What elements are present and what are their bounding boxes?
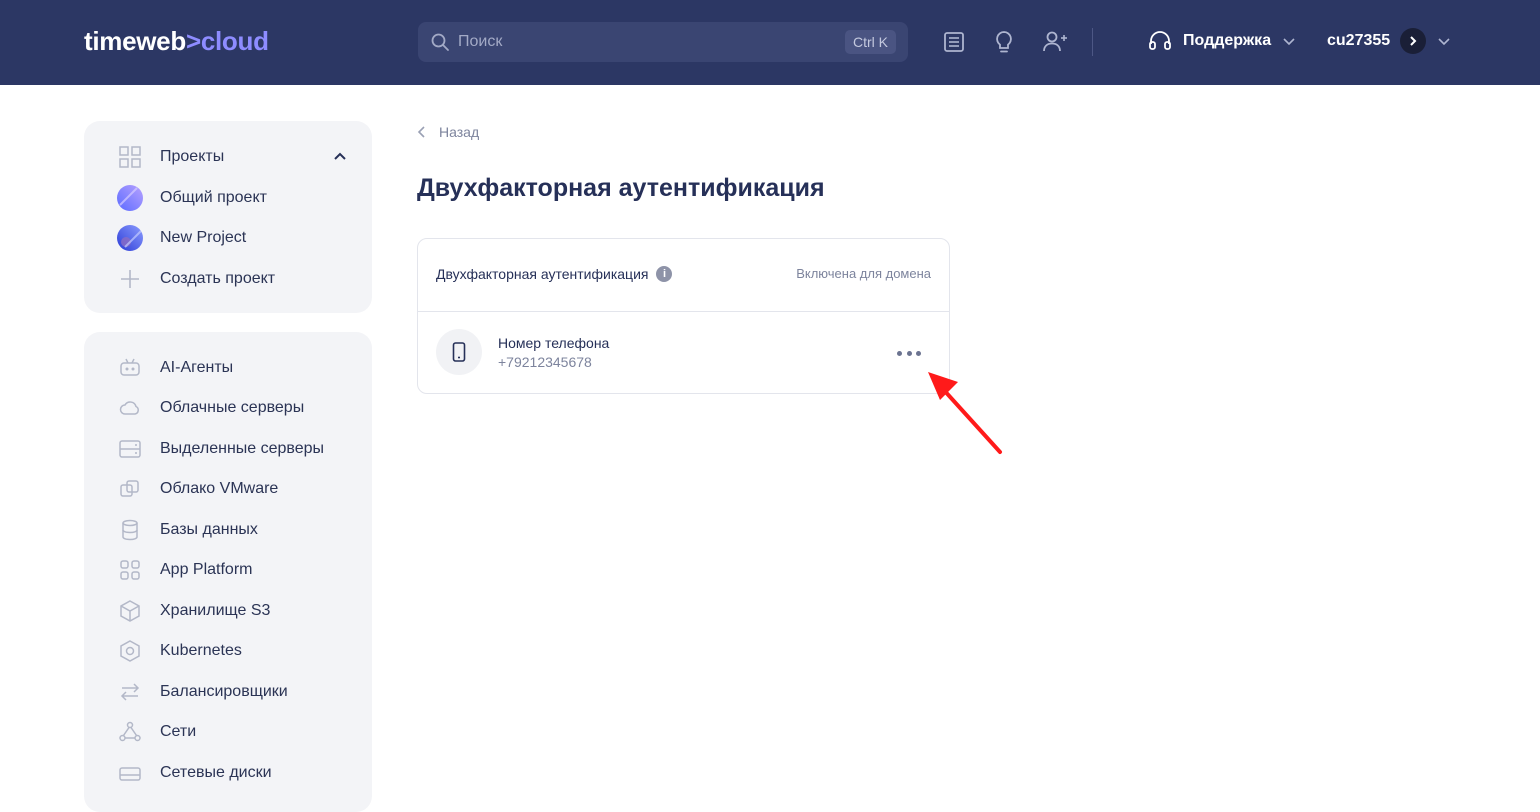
nav-item-kubernetes[interactable]: Kubernetes — [116, 637, 242, 665]
apps-grid-icon — [116, 556, 144, 584]
nav-item-balancers[interactable]: Балансировщики — [116, 678, 288, 706]
phone-icon — [436, 329, 482, 375]
panel-title: Двухфакторная аутентификация i — [436, 266, 673, 282]
nav-card: AI-Агенты Облачные серверы Выделенные се… — [84, 332, 372, 812]
nav-item-label: Kubernetes — [160, 642, 242, 659]
project-avatar-icon — [116, 184, 144, 212]
lightbulb-icon[interactable] — [990, 28, 1018, 56]
nav-item-label: Хранилище S3 — [160, 602, 271, 619]
add-user-icon[interactable] — [1040, 28, 1068, 56]
create-project-label: Создать проект — [160, 270, 276, 287]
projects-card: Проекты Общий проект New Project Создать… — [84, 121, 372, 313]
support-label: Поддержка — [1183, 32, 1272, 49]
dot — [916, 350, 921, 356]
nav-item-network-disks[interactable]: Сетевые диски — [116, 759, 272, 787]
logo[interactable]: timeweb>cloud — [84, 26, 269, 57]
nav-item-cloud-servers[interactable]: Облачные серверы — [116, 394, 304, 422]
logo-text: timeweb — [84, 26, 186, 56]
nav-item-label: AI-Агенты — [160, 359, 234, 376]
robot-icon — [116, 354, 144, 382]
project-item[interactable]: New Project — [116, 224, 246, 252]
vmware-icon — [116, 475, 144, 503]
logo-accent-text: cloud — [200, 26, 269, 56]
info-icon[interactable]: i — [656, 266, 673, 282]
nav-item-dedicated-servers[interactable]: Выделенные серверы — [116, 435, 324, 463]
network-icon — [116, 718, 144, 746]
arrows-swap-icon — [116, 678, 144, 706]
two-factor-panel: Двухфакторная аутентификация i Включена … — [417, 238, 950, 394]
username: cu27355 — [1327, 32, 1391, 49]
status-text: Включена для домена — [796, 266, 931, 281]
nav-item-label: Базы данных — [160, 521, 258, 538]
project-avatar-icon — [116, 224, 144, 252]
search-input[interactable]: Поиск Ctrl K — [418, 22, 908, 62]
nav-item-label: Выделенные серверы — [160, 440, 325, 457]
project-label: Общий проект — [160, 189, 267, 206]
database-icon — [116, 516, 144, 544]
panel-header: Двухфакторная аутентификация i Включена … — [418, 239, 949, 312]
create-project-button[interactable]: Создать проект — [116, 265, 275, 293]
chevron-down-icon — [1283, 38, 1295, 46]
cloud-icon — [116, 394, 144, 422]
nav-item-label: Облачные серверы — [160, 399, 305, 416]
chevron-down-icon — [1438, 38, 1450, 46]
nav-item-label: App Platform — [160, 561, 253, 578]
headset-icon — [1149, 31, 1171, 50]
chevron-up-icon[interactable] — [332, 149, 348, 165]
phone-text: Номер телефона +79212345678 — [498, 335, 609, 370]
dot — [906, 350, 912, 356]
back-link[interactable]: Назад — [417, 124, 479, 140]
nav-item-label: Балансировщики — [160, 683, 288, 700]
search-shortcut-badge: Ctrl K — [845, 30, 896, 54]
plus-icon — [116, 265, 144, 293]
more-options-button[interactable] — [897, 349, 921, 357]
nav-item-ai-agents[interactable]: AI-Агенты — [116, 354, 233, 382]
nav-item-vmware[interactable]: Облако VMware — [116, 475, 278, 503]
annotation-arrow-icon — [928, 372, 1002, 454]
nav-item-label: Сети — [160, 723, 197, 740]
nav-item-label: Сетевые диски — [160, 764, 272, 781]
server-icon — [116, 435, 144, 463]
search-placeholder: Поиск — [458, 33, 503, 50]
chevron-left-icon — [417, 126, 425, 138]
news-icon[interactable] — [940, 28, 968, 56]
nav-item-networks[interactable]: Сети — [116, 718, 196, 746]
chevron-right-icon — [1400, 28, 1427, 54]
project-label: New Project — [160, 229, 247, 246]
phone-number: +79212345678 — [498, 353, 592, 370]
projects-title: Проекты — [160, 148, 225, 165]
back-label: Назад — [439, 124, 480, 140]
disk-icon — [116, 759, 144, 787]
header-divider — [1092, 28, 1093, 56]
projects-header[interactable]: Проекты — [116, 143, 348, 171]
support-menu[interactable]: Поддержка — [1147, 28, 1297, 54]
nav-item-databases[interactable]: Базы данных — [116, 516, 258, 544]
nav-item-s3[interactable]: Хранилище S3 — [116, 597, 270, 625]
panel-title-text: Двухфакторная аутентификация — [436, 266, 649, 282]
logo-separator: > — [185, 26, 201, 56]
search-icon — [431, 33, 449, 51]
nav-item-app-platform[interactable]: App Platform — [116, 556, 252, 584]
kubernetes-icon — [116, 637, 144, 665]
grid-icon — [116, 143, 144, 171]
cube-icon — [116, 597, 144, 625]
nav-item-label: Облако VMware — [160, 480, 279, 497]
dot — [897, 350, 902, 356]
method-label: Номер телефона — [498, 334, 610, 351]
top-bar: timeweb>cloud Поиск Ctrl K Поддержка cu2… — [0, 0, 1540, 85]
project-item[interactable]: Общий проект — [116, 184, 267, 212]
phone-method-row: Номер телефона +79212345678 — [436, 329, 609, 375]
page-title: Двухфакторная аутентификация — [417, 174, 825, 202]
user-menu[interactable]: cu27355 — [1327, 28, 1452, 54]
